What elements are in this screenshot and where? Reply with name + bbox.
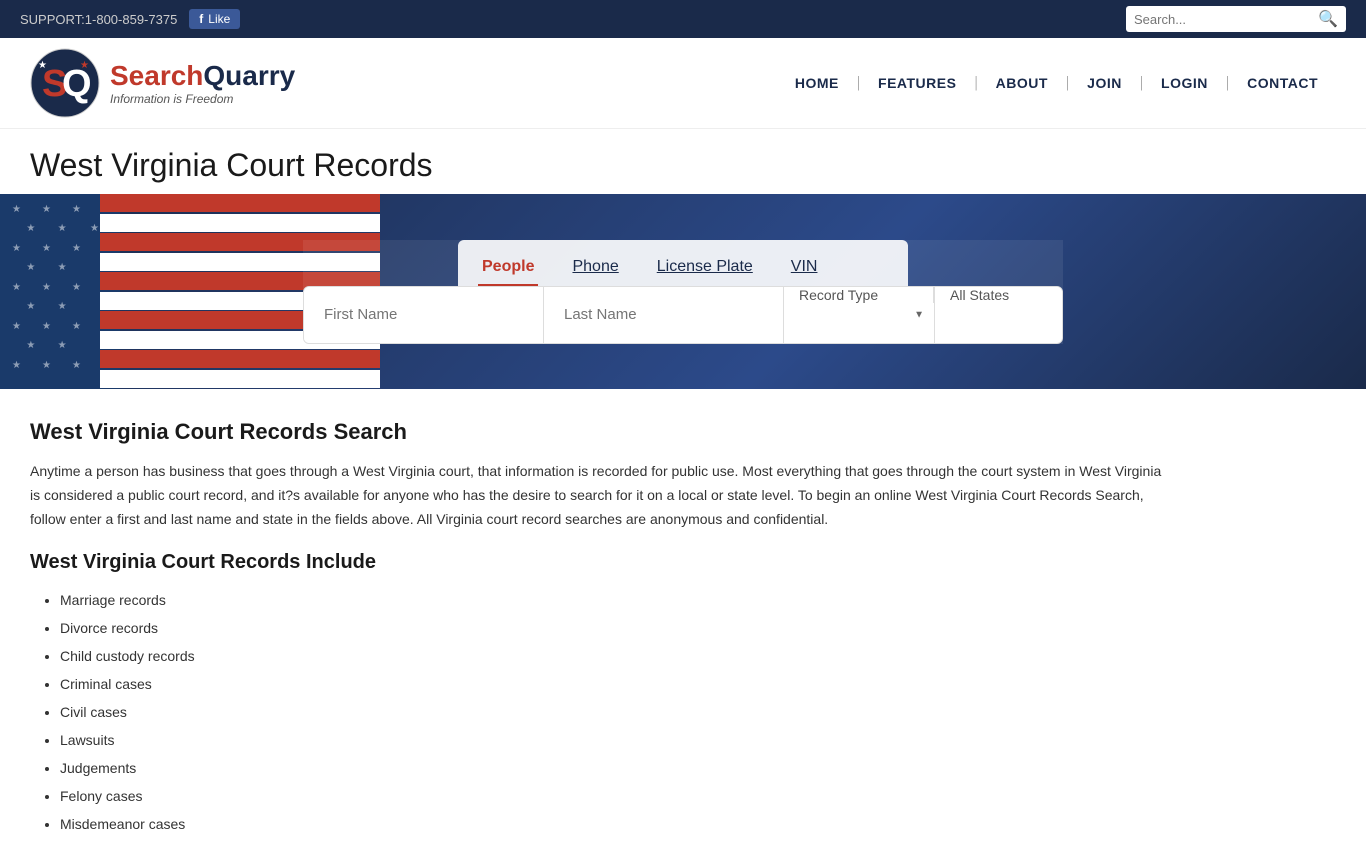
logo-tagline: Information is Freedom [110, 92, 295, 106]
nav-contact[interactable]: CONTACT [1229, 75, 1336, 91]
logo[interactable]: S Q ★ ★ SearchQuarry Information is Free… [30, 48, 295, 118]
list-item: Criminal cases [60, 670, 1170, 698]
tab-license-plate[interactable]: License Plate [653, 250, 757, 286]
list-item: Divorce records [60, 614, 1170, 642]
top-bar: SUPPORT:1-800-859-7375 f Like 🔍 [0, 0, 1366, 38]
content-section: West Virginia Court Records Search Anyti… [0, 389, 1200, 868]
search-tabs: People Phone License Plate VIN [458, 240, 908, 286]
top-search-bar[interactable]: 🔍 [1126, 6, 1346, 32]
includes-list: Marriage recordsDivorce recordsChild cus… [30, 586, 1170, 838]
last-name-input[interactable] [544, 287, 784, 343]
tab-phone[interactable]: Phone [568, 250, 622, 286]
logo-svg: S Q ★ ★ [30, 48, 100, 118]
support-text: SUPPORT:1-800-859-7375 [20, 12, 177, 27]
content-description: Anytime a person has business that goes … [30, 460, 1170, 531]
nav-features[interactable]: FEATURES [860, 75, 974, 91]
tab-people[interactable]: People [478, 250, 538, 286]
includes-title: West Virginia Court Records Include [30, 551, 1170, 574]
tab-vin[interactable]: VIN [787, 250, 822, 286]
list-item: Marriage records [60, 586, 1170, 614]
fb-like-label: Like [208, 12, 230, 26]
all-states-wrapper: All States Alabama Alaska West Virginia [935, 287, 1063, 343]
logo-name: SearchQuarry [110, 60, 295, 92]
logo-name-part1: Search [110, 60, 203, 91]
main-nav: HOME | FEATURES | ABOUT | JOIN | LOGIN |… [777, 74, 1336, 92]
first-name-input[interactable] [304, 287, 544, 343]
top-search-input[interactable] [1134, 12, 1318, 27]
list-item: Lawsuits [60, 726, 1170, 754]
list-item: Civil cases [60, 698, 1170, 726]
list-item: Misdemeanor cases [60, 810, 1170, 838]
svg-text:★: ★ [38, 60, 47, 71]
content-title: West Virginia Court Records Search [30, 419, 1170, 445]
fb-like-button[interactable]: f Like [189, 9, 240, 29]
header: S Q ★ ★ SearchQuarry Information is Free… [0, 38, 1366, 129]
hero-banner: ★ ★ ★ ★ ★ ★ ★ ★ ★ ★ ★ ★ ★ ★ ★ ★ ★ ★ ★ ★ … [0, 194, 1366, 389]
record-type-select[interactable]: Record Type Criminal Civil Marriage Divo… [784, 287, 934, 303]
search-icon[interactable]: 🔍 [1318, 9, 1338, 29]
top-bar-left: SUPPORT:1-800-859-7375 f Like [20, 9, 240, 29]
logo-name-part2: Quarry [203, 60, 295, 91]
nav-home[interactable]: HOME [777, 75, 857, 91]
svg-text:★: ★ [80, 60, 89, 71]
logo-text-block: SearchQuarry Information is Freedom [110, 60, 295, 106]
list-item: Child custody records [60, 642, 1170, 670]
flag-decoration: ★ ★ ★ ★ ★ ★ ★ ★ ★ ★ ★ ★ ★ ★ ★ ★ ★ ★ ★ ★ … [0, 194, 280, 389]
page-title: West Virginia Court Records [30, 147, 1336, 184]
search-panel: People Phone License Plate VIN Record Ty… [303, 240, 1063, 344]
fb-icon: f [199, 12, 203, 26]
nav-about[interactable]: ABOUT [978, 75, 1066, 91]
list-item: Felony cases [60, 782, 1170, 810]
top-bar-right: 🔍 [1126, 6, 1346, 32]
list-item: Judgements [60, 754, 1170, 782]
search-form: Record Type Criminal Civil Marriage Divo… [303, 286, 1063, 344]
all-states-select[interactable]: All States Alabama Alaska West Virginia [935, 287, 1063, 303]
nav-join[interactable]: JOIN [1069, 75, 1140, 91]
nav-login[interactable]: LOGIN [1143, 75, 1226, 91]
page-title-section: West Virginia Court Records [0, 129, 1366, 194]
record-type-wrapper: Record Type Criminal Civil Marriage Divo… [784, 287, 935, 343]
